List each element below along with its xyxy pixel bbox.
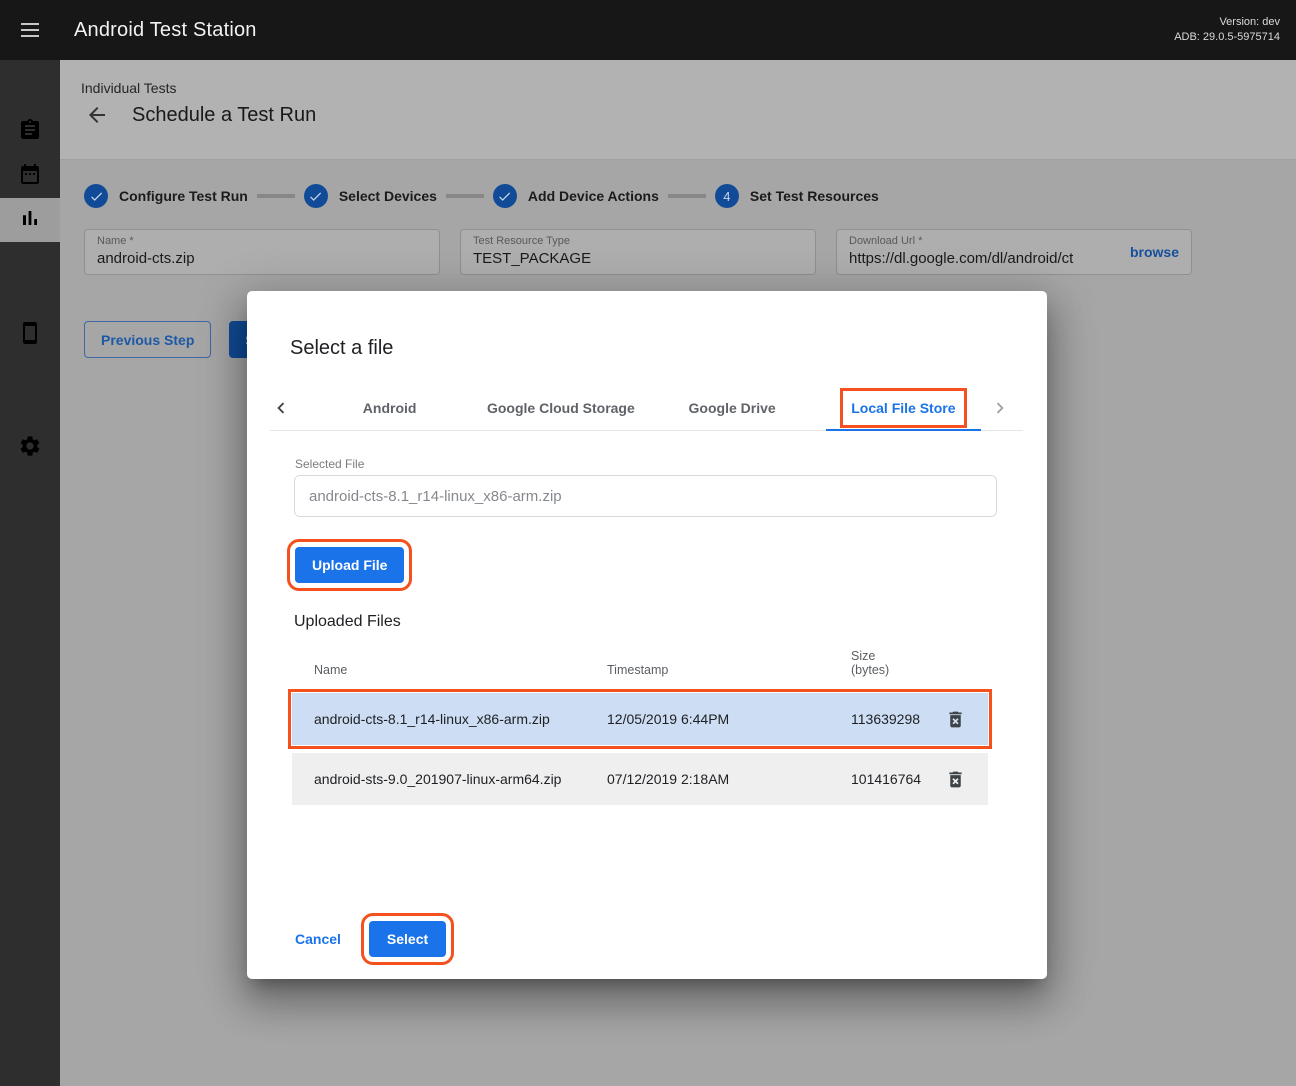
column-header-name: Name bbox=[292, 663, 607, 677]
bar-chart-icon bbox=[18, 206, 42, 235]
page-header: Individual Tests Schedule a Test Run bbox=[60, 60, 1296, 160]
table-row[interactable]: android-sts-9.0_201907-linux-arm64.zip 0… bbox=[292, 753, 988, 805]
tab-label-annotated: Local File Store bbox=[843, 391, 963, 425]
check-icon bbox=[308, 189, 323, 204]
step-label: Configure Test Run bbox=[119, 188, 248, 204]
step-label: Select Devices bbox=[339, 188, 437, 204]
step-connector bbox=[668, 194, 706, 198]
size-cell: 101416764 bbox=[851, 771, 922, 787]
tab-label: Android bbox=[363, 400, 417, 416]
size-cell: 113639298 bbox=[851, 711, 922, 727]
chevron-right-icon bbox=[989, 397, 1011, 419]
test-resource-type-value: TEST_PACKAGE bbox=[473, 250, 803, 267]
back-arrow-icon[interactable] bbox=[85, 103, 109, 127]
trash-icon bbox=[945, 709, 966, 730]
tab-google-drive[interactable]: Google Drive bbox=[647, 385, 818, 430]
step-label: Add Device Actions bbox=[528, 188, 659, 204]
trash-icon bbox=[945, 769, 966, 790]
step-label: Set Test Resources bbox=[750, 188, 879, 204]
stepper: Configure Test Run Select Devices Add De… bbox=[84, 184, 1296, 208]
upload-file-button[interactable]: Upload File bbox=[295, 547, 404, 583]
step-select-devices[interactable]: Select Devices bbox=[304, 184, 437, 208]
test-resource-type-label: Test Resource Type bbox=[473, 235, 803, 247]
cancel-button[interactable]: Cancel bbox=[287, 923, 349, 955]
select-button[interactable]: Select bbox=[369, 921, 446, 957]
calendar-icon bbox=[18, 162, 42, 191]
uploaded-files-title: Uploaded Files bbox=[294, 613, 1047, 631]
download-url-field[interactable]: Download Url * https://dl.google.com/dl/… bbox=[836, 229, 1192, 275]
top-app-bar: Android Test Station Version: dev ADB: 2… bbox=[0, 0, 1296, 60]
tab-android[interactable]: Android bbox=[304, 385, 475, 430]
name-field-label: Name * bbox=[97, 235, 427, 247]
tab-label: Google Cloud Storage bbox=[487, 400, 635, 416]
menu-icon[interactable] bbox=[0, 23, 60, 37]
smartphone-icon bbox=[18, 321, 42, 350]
clipboard-icon bbox=[18, 118, 42, 147]
step-complete-circle bbox=[493, 184, 517, 208]
version-info: Version: dev ADB: 29.0.5-5975714 bbox=[1174, 15, 1280, 45]
tabs-scroll-left-button[interactable] bbox=[270, 385, 304, 430]
step-set-test-resources[interactable]: 4 Set Test Resources bbox=[715, 184, 879, 208]
version-line: Version: dev bbox=[1174, 15, 1280, 30]
timestamp-cell: 07/12/2019 2:18AM bbox=[607, 771, 851, 787]
uploaded-files-table: Name Timestamp Size (bytes) android-cts-… bbox=[292, 643, 988, 805]
sidebar-item-settings[interactable] bbox=[0, 426, 60, 470]
sidebar bbox=[0, 60, 60, 1086]
size-header-line1: Size bbox=[851, 649, 922, 663]
select-file-dialog: Select a file Android Google Cloud Stora… bbox=[247, 291, 1047, 979]
file-name-cell: android-cts-8.1_r14-linux_x86-arm.zip bbox=[292, 711, 607, 727]
step-add-device-actions[interactable]: Add Device Actions bbox=[493, 184, 659, 208]
name-field[interactable]: Name * android-cts.zip bbox=[84, 229, 440, 275]
download-url-value: https://dl.google.com/dl/android/ct bbox=[849, 250, 1121, 267]
selected-file-input[interactable]: android-cts-8.1_r14-linux_x86-arm.zip bbox=[294, 475, 997, 517]
step-complete-circle bbox=[304, 184, 328, 208]
step-connector bbox=[257, 194, 295, 198]
sidebar-item-test-plans[interactable] bbox=[0, 154, 60, 198]
dialog-tabs: Android Google Cloud Storage Google Driv… bbox=[270, 385, 1023, 431]
sidebar-item-test-results[interactable] bbox=[0, 198, 60, 242]
delete-file-button[interactable] bbox=[941, 705, 969, 733]
sidebar-item-devices[interactable] bbox=[0, 313, 60, 357]
tabs-scroll-right-button[interactable] bbox=[989, 385, 1023, 430]
step-connector bbox=[446, 194, 484, 198]
step-complete-circle bbox=[84, 184, 108, 208]
sidebar-item-tests[interactable] bbox=[0, 110, 60, 154]
app-title: Android Test Station bbox=[74, 19, 257, 42]
delete-file-button[interactable] bbox=[941, 765, 969, 793]
browse-link[interactable]: browse bbox=[1130, 244, 1179, 260]
check-icon bbox=[89, 189, 104, 204]
size-header-line2: (bytes) bbox=[851, 663, 922, 677]
gear-icon bbox=[18, 434, 42, 463]
selected-file-label: Selected File bbox=[295, 457, 1047, 471]
table-row[interactable]: android-cts-8.1_r14-linux_x86-arm.zip 12… bbox=[292, 693, 988, 745]
step-configure-test-run[interactable]: Configure Test Run bbox=[84, 184, 248, 208]
page-title: Schedule a Test Run bbox=[132, 104, 316, 127]
adb-version-line: ADB: 29.0.5-5975714 bbox=[1174, 30, 1280, 45]
dialog-footer: Cancel Select bbox=[287, 921, 1047, 957]
step-number-circle: 4 bbox=[715, 184, 739, 208]
test-resource-type-field[interactable]: Test Resource Type TEST_PACKAGE bbox=[460, 229, 816, 275]
check-icon bbox=[497, 189, 512, 204]
tab-label: Google Drive bbox=[689, 400, 776, 416]
timestamp-cell: 12/05/2019 6:44PM bbox=[607, 711, 851, 727]
tab-local-file-store[interactable]: Local File Store bbox=[818, 385, 989, 430]
previous-step-button[interactable]: Previous Step bbox=[84, 321, 211, 358]
tab-google-cloud-storage[interactable]: Google Cloud Storage bbox=[475, 385, 646, 430]
test-resource-form: Name * android-cts.zip Test Resource Typ… bbox=[84, 229, 1272, 275]
chevron-left-icon bbox=[270, 397, 292, 419]
column-header-size: Size (bytes) bbox=[851, 649, 922, 677]
column-header-timestamp: Timestamp bbox=[607, 663, 851, 677]
breadcrumb: Individual Tests bbox=[81, 80, 1296, 96]
dialog-title: Select a file bbox=[290, 337, 1047, 360]
name-field-value: android-cts.zip bbox=[97, 250, 427, 267]
table-header: Name Timestamp Size (bytes) bbox=[292, 643, 988, 685]
file-name-cell: android-sts-9.0_201907-linux-arm64.zip bbox=[292, 771, 607, 787]
